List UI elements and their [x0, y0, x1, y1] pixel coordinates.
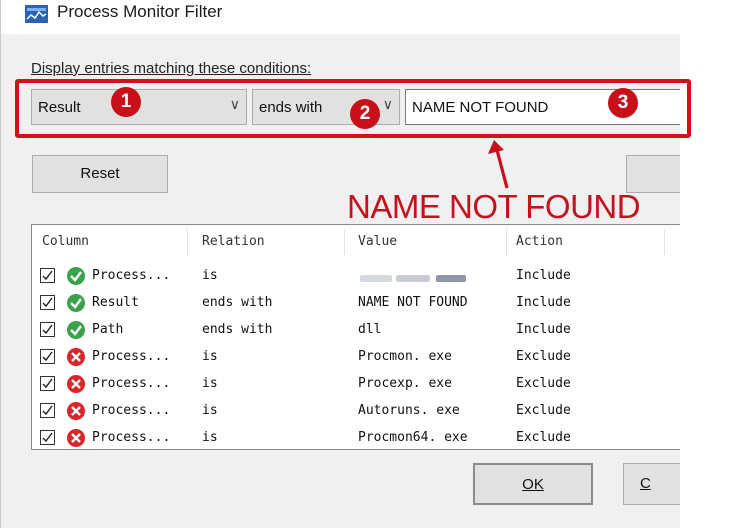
- row-value: NAME NOT FOUND: [358, 295, 468, 310]
- window-title: Process Monitor Filter: [57, 2, 223, 21]
- exclude-icon: [67, 402, 85, 420]
- row-relation: is: [202, 349, 218, 364]
- exclude-icon: [67, 348, 85, 366]
- row-relation: ends with: [202, 322, 273, 337]
- row-relation: is: [202, 403, 218, 418]
- enabled-checkbox[interactable]: [40, 268, 55, 283]
- callout-text: NAME NOT FOUND: [347, 188, 641, 225]
- column-header-relation[interactable]: Relation: [202, 225, 265, 259]
- reset-button[interactable]: Reset: [32, 155, 168, 193]
- title-bar: Process Monitor Filter: [1, 0, 681, 34]
- table-row[interactable]: Result ends with NAME NOT FOUND Include: [32, 290, 680, 317]
- row-column: Path: [92, 322, 124, 337]
- column-divider: [664, 229, 665, 255]
- column-header-column[interactable]: Column: [42, 225, 89, 259]
- ok-button-label: OK: [522, 476, 544, 493]
- column-header-value[interactable]: Value: [358, 225, 397, 259]
- enabled-checkbox[interactable]: [40, 295, 55, 310]
- column-divider: [344, 229, 345, 255]
- exclude-icon: [67, 429, 85, 447]
- include-icon: [67, 321, 85, 339]
- row-value: Procmon. exe: [358, 349, 452, 364]
- exclude-icon: [67, 375, 85, 393]
- procmon-app-icon: [25, 5, 48, 23]
- column-divider: [187, 229, 188, 255]
- table-row[interactable]: Path ends with dll Include: [32, 317, 680, 344]
- table-row[interactable]: Process... is Autoruns. exe Exclude: [32, 398, 680, 425]
- row-action: Exclude: [516, 430, 571, 445]
- cancel-button[interactable]: C: [623, 463, 681, 505]
- column-header-action[interactable]: Action: [516, 225, 563, 259]
- step-badge-2: 2: [350, 99, 380, 129]
- row-value: Autoruns. exe: [358, 403, 460, 418]
- row-column: Process...: [92, 403, 171, 418]
- row-relation: is: [202, 268, 218, 283]
- table-row[interactable]: Process... is Procmon. exe Exclude: [32, 344, 680, 371]
- cancel-button-label: C: [640, 475, 651, 492]
- redacted-value: [436, 275, 466, 282]
- row-column: Process...: [92, 376, 171, 391]
- row-action: Exclude: [516, 403, 571, 418]
- table-row[interactable]: Process... is Procmon64. exe Exclude: [32, 425, 680, 452]
- enabled-checkbox[interactable]: [40, 349, 55, 364]
- row-value: Procmon64. exe: [358, 430, 468, 445]
- row-value: Procexp. exe: [358, 376, 452, 391]
- row-relation: is: [202, 430, 218, 445]
- ok-button[interactable]: OK: [473, 463, 593, 505]
- redacted-value: [396, 275, 430, 282]
- row-column: Process...: [92, 349, 171, 364]
- step-badge-3: 3: [608, 88, 638, 118]
- column-divider: [506, 229, 507, 255]
- row-action: Exclude: [516, 376, 571, 391]
- conditions-label: Display entries matching these condition…: [31, 60, 312, 77]
- row-relation: ends with: [202, 295, 273, 310]
- row-relation: is: [202, 376, 218, 391]
- enabled-checkbox[interactable]: [40, 376, 55, 391]
- enabled-checkbox[interactable]: [40, 322, 55, 337]
- row-value: dll: [358, 322, 382, 337]
- row-action: Exclude: [516, 349, 571, 364]
- include-icon: [67, 267, 85, 285]
- include-icon: [67, 294, 85, 312]
- row-column: Process...: [92, 268, 171, 283]
- filter-list[interactable]: Column Relation Value Action Process... …: [31, 224, 681, 450]
- table-row[interactable]: Process... is Include: [32, 263, 680, 290]
- row-action: Include: [516, 322, 571, 337]
- redacted-value: [360, 275, 392, 282]
- step-badge-1: 1: [111, 87, 141, 117]
- enabled-checkbox[interactable]: [40, 403, 55, 418]
- enabled-checkbox[interactable]: [40, 430, 55, 445]
- row-column: Process...: [92, 430, 171, 445]
- row-action: Include: [516, 268, 571, 283]
- row-column: Result: [92, 295, 139, 310]
- table-row[interactable]: Process... is Procexp. exe Exclude: [32, 371, 680, 398]
- row-action: Include: [516, 295, 571, 310]
